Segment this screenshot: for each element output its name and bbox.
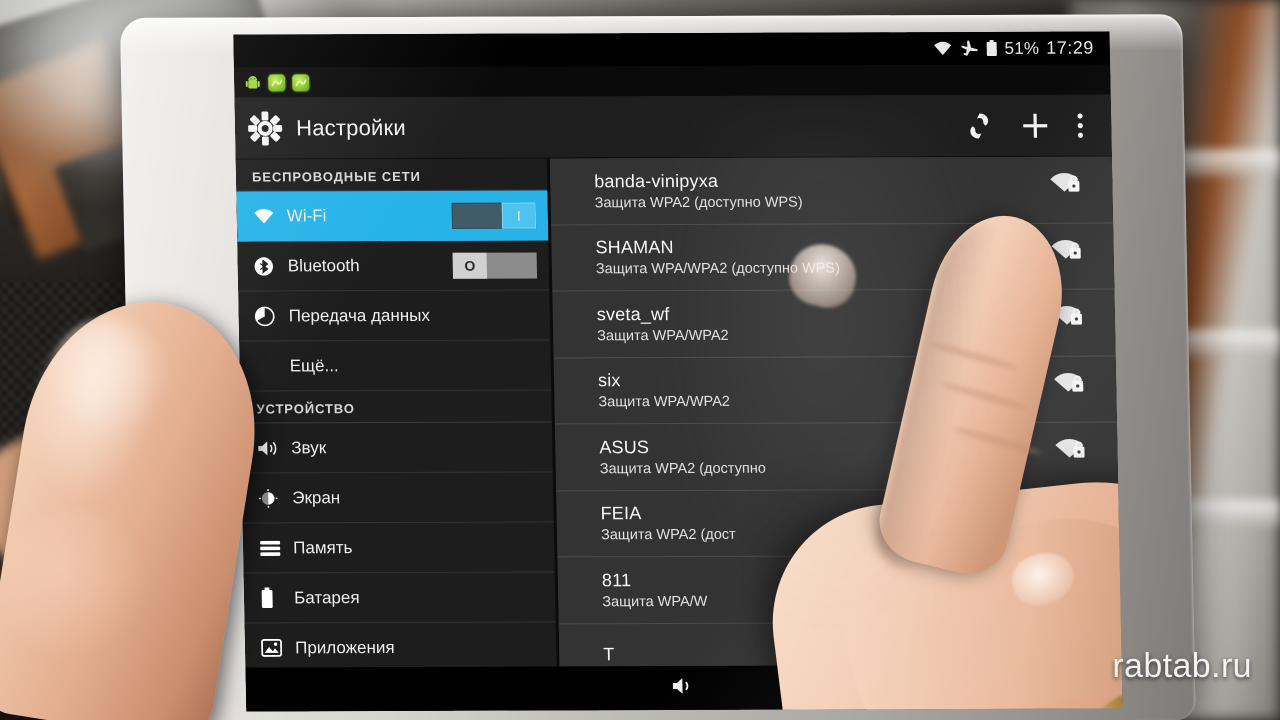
battery-percent: 51% bbox=[1004, 38, 1040, 58]
wifi-icon bbox=[932, 41, 952, 56]
android-robot-icon bbox=[244, 74, 261, 91]
action-bar-spacer bbox=[406, 126, 951, 128]
network-security: Защита WPA2 (доступно WPS) bbox=[594, 194, 803, 212]
list-item[interactable]: banda-vinipyxa Защита WPA2 (доступно WPS… bbox=[549, 156, 1114, 225]
tablet-screen: 51% 17:29 Настройки БЕСПРОВОДНЫЕ СЕТИ Wi… bbox=[233, 31, 1123, 712]
airplane-mode-icon bbox=[959, 40, 978, 57]
wifi-toggle[interactable]: I bbox=[451, 202, 537, 229]
holding-hand bbox=[0, 284, 302, 720]
pointing-hand bbox=[757, 201, 1123, 712]
knuckle bbox=[0, 510, 150, 660]
green-app-icon bbox=[268, 73, 286, 91]
watermark: rabtab.ru bbox=[1112, 647, 1252, 685]
toggle-knob: O bbox=[452, 252, 488, 279]
action-bar: Настройки bbox=[234, 94, 1112, 160]
sidebar-item-bluetooth[interactable]: Bluetooth O bbox=[237, 240, 550, 292]
bluetooth-icon bbox=[254, 255, 280, 277]
bluetooth-toggle[interactable]: O bbox=[452, 252, 538, 279]
network-ssid: banda-vinipyxa bbox=[594, 170, 719, 192]
notification-icon-row bbox=[233, 64, 1111, 98]
page-title: Настройки bbox=[295, 114, 407, 140]
wifi-icon bbox=[253, 208, 279, 224]
status-bar: 51% 17:29 bbox=[233, 31, 1111, 68]
sidebar-item-label: Bluetooth bbox=[287, 255, 360, 275]
photo-scene: 51% 17:29 Настройки БЕСПРОВОДНЫЕ СЕТИ Wi… bbox=[0, 0, 1280, 720]
overflow-menu-icon[interactable] bbox=[1063, 101, 1098, 149]
gear-icon bbox=[245, 108, 286, 148]
wps-scan-icon[interactable] bbox=[951, 101, 1008, 149]
plus-icon[interactable] bbox=[1007, 101, 1064, 149]
sidebar-item-label: Wi-Fi bbox=[286, 205, 327, 225]
index-fingernail bbox=[783, 237, 863, 314]
volume-icon[interactable] bbox=[671, 674, 698, 701]
clock: 17:29 bbox=[1046, 37, 1094, 58]
battery-icon bbox=[985, 39, 997, 57]
sidebar-item-label: Батарея bbox=[293, 587, 360, 607]
toggle-knob: I bbox=[501, 202, 537, 229]
sidebar-item-label: Передача данных bbox=[288, 305, 431, 325]
sidebar-item-wifi[interactable]: Wi-Fi I bbox=[236, 190, 549, 242]
green-app-icon bbox=[292, 73, 310, 91]
sidebar-item-label: Приложения bbox=[294, 637, 395, 657]
wifi-lock-icon bbox=[1048, 171, 1083, 202]
section-header-wireless: БЕСПРОВОДНЫЕ СЕТИ bbox=[235, 158, 548, 192]
network-text: banda-vinipyxa Защита WPA2 (доступно WPS… bbox=[594, 169, 1113, 211]
